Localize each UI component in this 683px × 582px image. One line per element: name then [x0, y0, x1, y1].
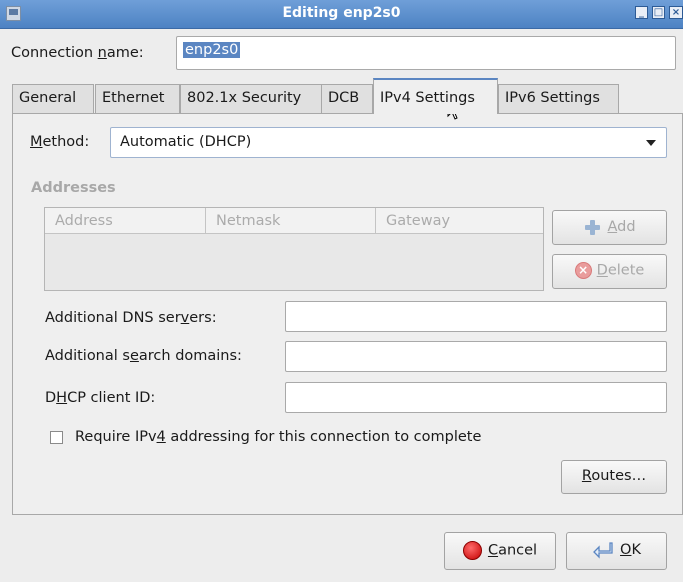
enter-arrow-icon — [592, 541, 614, 559]
maximize-icon[interactable]: □ — [652, 6, 665, 19]
tab-ipv6-settings[interactable]: IPv6 Settings — [498, 84, 619, 113]
tab-ethernet[interactable]: Ethernet — [95, 84, 180, 113]
delete-icon: × — [574, 262, 592, 279]
addresses-table: Address Netmask Gateway — [44, 207, 544, 291]
tab-8021x-security[interactable]: 802.1x Security — [180, 84, 322, 113]
require-ipv4-row[interactable]: Require IPv4 addressing for this connect… — [50, 429, 481, 445]
tab-ipv4-settings[interactable]: IPv4 Settings — [373, 78, 498, 114]
tab-dcb[interactable]: DCB — [321, 84, 373, 113]
dhcp-client-id-input[interactable] — [285, 382, 667, 413]
title-bar: Editing enp2s0 _ □ × — [0, 0, 683, 29]
plus-icon — [583, 218, 601, 236]
ok-button[interactable]: OK — [566, 532, 667, 570]
cancel-button[interactable]: Cancel — [444, 532, 556, 570]
method-select[interactable]: Automatic (DHCP) — [110, 127, 667, 158]
connection-name-input[interactable]: enp2s0 — [176, 36, 676, 70]
close-icon[interactable]: × — [669, 6, 683, 19]
method-selected-value: Automatic (DHCP) — [120, 134, 252, 150]
add-address-button[interactable]: Add — [552, 210, 667, 245]
connection-name-value: enp2s0 — [183, 42, 241, 58]
connection-name-label: Connection name: — [11, 45, 144, 61]
dhcp-client-id-label: DHCP client ID: — [45, 390, 156, 406]
window-title: Editing enp2s0 — [282, 5, 401, 21]
delete-address-button[interactable]: × Delete — [552, 254, 667, 289]
stop-icon — [462, 541, 482, 560]
require-ipv4-label: Require IPv4 addressing for this connect… — [75, 429, 482, 445]
minimize-icon[interactable]: _ — [635, 6, 648, 19]
column-header-address: Address — [45, 208, 206, 234]
dns-servers-input[interactable] — [285, 301, 667, 332]
require-ipv4-checkbox[interactable] — [50, 430, 63, 444]
search-domains-label: Additional search domains: — [45, 348, 242, 364]
tab-general[interactable]: General — [12, 84, 94, 113]
chevron-down-icon — [646, 140, 656, 146]
addresses-heading: Addresses — [31, 180, 116, 196]
column-header-netmask: Netmask — [206, 208, 376, 234]
routes-button[interactable]: Routes… — [561, 460, 667, 494]
method-label: Method: — [30, 134, 90, 150]
column-header-gateway: Gateway — [376, 208, 543, 234]
search-domains-input[interactable] — [285, 341, 667, 372]
dns-servers-label: Additional DNS servers: — [45, 310, 217, 326]
